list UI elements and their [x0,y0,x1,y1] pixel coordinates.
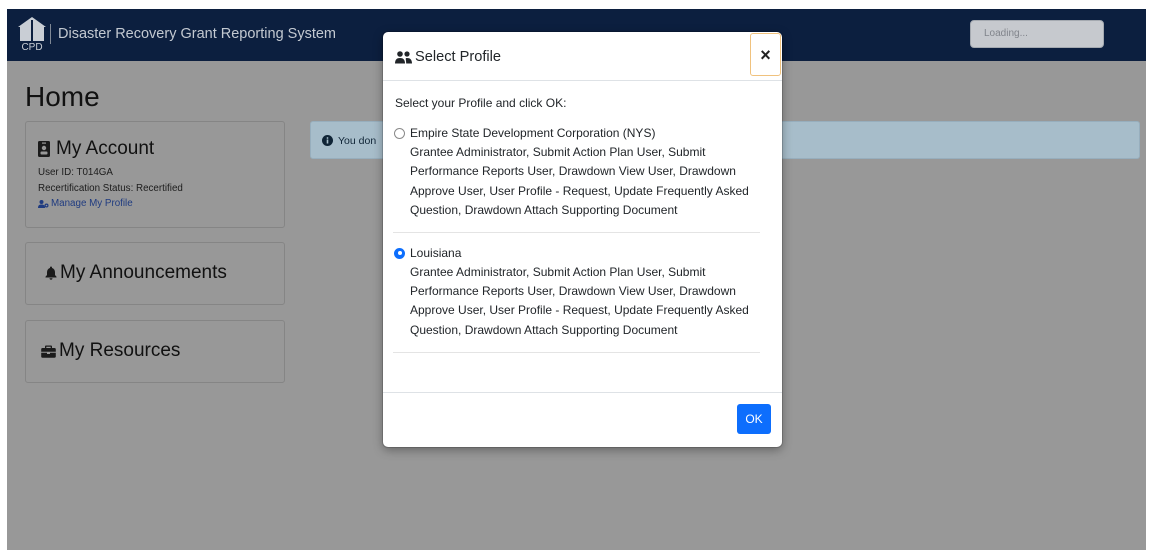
profile-select[interactable]: Loading... [970,20,1104,48]
my-announcements-header[interactable]: My Announcements [45,262,227,284]
my-resources-title[interactable]: My Resources [59,340,180,362]
alert-text: You don [338,134,377,147]
my-account-header: My Account [38,138,154,160]
recertification-status-text: Recertification Status: Recertified [38,182,183,194]
profile-option[interactable]: Louisiana Grantee Administrator, Submit … [393,233,760,354]
navbar-separator [50,24,51,44]
users-icon [395,50,412,63]
modal-header: Select Profile × [383,32,782,81]
modal-footer: OK [383,392,782,447]
logo-text: CPD [21,42,42,52]
select-profile-modal: Select Profile × Select your Profile and… [383,32,782,447]
manage-profile-label[interactable]: Manage My Profile [51,196,133,212]
manage-profile-link[interactable]: Manage My Profile [38,196,183,212]
profile-name[interactable]: Louisiana [410,244,760,263]
my-resources-card[interactable]: My Resources [25,320,285,383]
profile-radio[interactable] [394,247,405,259]
id-badge-icon [38,141,50,157]
profile-radio[interactable] [394,128,405,140]
cpd-logo-icon[interactable]: CPD [17,16,47,52]
app-title[interactable]: Disaster Recovery Grant Reporting System [58,25,336,43]
profile-roles: Grantee Administrator, Submit Action Pla… [410,145,749,217]
briefcase-icon [41,345,56,358]
my-announcements-title[interactable]: My Announcements [60,262,227,284]
info-circle-icon [322,135,333,146]
ok-button[interactable]: OK [737,404,771,434]
user-cog-icon [38,199,49,208]
profile-roles: Grantee Administrator, Submit Action Pla… [410,264,749,337]
user-id-text: User ID: T014GA [38,167,113,178]
my-announcements-card[interactable]: My Announcements [25,242,285,305]
my-account-card: My Account User ID: T014GA Recertificati… [25,121,285,228]
profile-name[interactable]: Empire State Development Corporation (NY… [410,124,760,143]
close-button[interactable]: × [750,33,781,76]
page-title: Home [25,81,100,112]
profile-option[interactable]: Empire State Development Corporation (NY… [393,114,760,234]
modal-body: Select your Profile and click OK: Empire… [393,81,760,354]
instruction-text: Select your Profile and click OK: [395,96,567,111]
my-account-title: My Account [56,138,155,159]
profile-list: Empire State Development Corporation (NY… [393,114,760,354]
bell-icon [45,266,57,280]
modal-title: Select Profile [415,49,501,65]
my-resources-header[interactable]: My Resources [41,340,180,362]
account-details: User ID: T014GA Recertification Status: … [38,165,183,212]
